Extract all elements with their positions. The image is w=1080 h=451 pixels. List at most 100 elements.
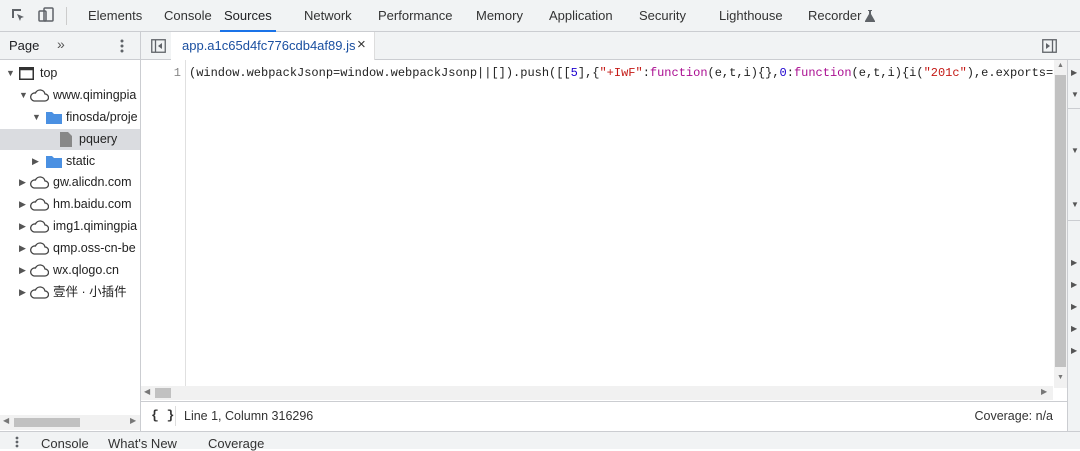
tree-item-label: pquery [79, 132, 118, 146]
scroll-up-icon[interactable]: ▲ [1057, 62, 1064, 69]
tree-item-top[interactable]: ▼ top [0, 63, 140, 84]
code-line[interactable]: (window.webpackJsonp=window.webpackJsonp… [189, 66, 1053, 80]
line-number[interactable]: 1 [174, 66, 181, 80]
tree-item-label: static [66, 154, 96, 168]
navigator-horizontal-scrollbar[interactable]: ◀ ▶ [0, 415, 140, 430]
collapsed-arrow-icon[interactable]: ▶ [1071, 302, 1077, 311]
scrollbar-thumb[interactable] [155, 388, 171, 398]
tree-item-domain[interactable]: ▶ wx.qlogo.cn [0, 260, 140, 281]
scrollbar-thumb[interactable] [14, 418, 80, 427]
collapsed-arrow-icon[interactable]: ▶ [19, 260, 26, 281]
drawer-menu-icon[interactable] [15, 436, 19, 448]
toggle-navigator-icon[interactable] [151, 39, 166, 53]
more-tabs-button[interactable]: » [57, 36, 65, 52]
flask-icon [865, 10, 875, 22]
tree-item-label: 壹伴 · 小插件 [53, 285, 127, 299]
cloud-icon [30, 242, 49, 255]
tab-memory[interactable]: Memory [476, 0, 523, 31]
tree-item-domain[interactable]: ▶ hm.baidu.com [0, 194, 140, 215]
file-tree: ▼ top ▼ www.qimingpia ▼ finosda/proje pq… [0, 63, 140, 403]
toggle-debugger-icon[interactable] [1042, 39, 1057, 53]
tab-console[interactable]: Console [164, 0, 212, 31]
tab-performance[interactable]: Performance [378, 0, 452, 31]
expanded-arrow-icon[interactable]: ▼ [19, 85, 28, 106]
collapsed-arrow-icon[interactable]: ▶ [1071, 346, 1077, 355]
tree-item-domain[interactable]: ▶ gw.alicdn.com [0, 172, 140, 193]
tree-item-label: wx.qlogo.cn [53, 263, 120, 277]
collapsed-arrow-icon[interactable]: ▶ [19, 238, 26, 259]
frame-icon [19, 67, 34, 80]
tree-item-domain[interactable]: ▶ img1.qimingpia [0, 216, 140, 237]
file-icon [60, 132, 72, 147]
expanded-arrow-icon[interactable]: ▼ [1071, 90, 1079, 99]
collapsed-arrow-icon[interactable]: ▶ [1071, 280, 1077, 289]
navigator-header: Page » [0, 32, 140, 60]
collapsed-arrow-icon[interactable]: ▶ [19, 172, 26, 193]
cloud-icon [30, 264, 49, 277]
folder-icon [46, 112, 62, 124]
scroll-left-icon[interactable]: ◀ [3, 416, 9, 425]
tab-network[interactable]: Network [304, 0, 352, 31]
collapsed-arrow-icon[interactable]: ▶ [1071, 258, 1077, 267]
expanded-arrow-icon[interactable]: ▼ [1071, 146, 1079, 155]
tree-item-label: hm.baidu.com [53, 197, 132, 211]
cloud-icon [30, 176, 49, 189]
tab-application[interactable]: Application [549, 0, 613, 31]
file-tab-name: app.a1c65d4fc776cdb4af89.js [182, 38, 356, 53]
tab-security[interactable]: Security [639, 0, 686, 31]
editor-tab-bar: app.a1c65d4fc776cdb4af89.js × [141, 32, 1080, 60]
status-divider [175, 406, 176, 426]
cloud-icon [30, 89, 49, 102]
collapsed-arrow-icon[interactable]: ▶ [19, 194, 26, 215]
tree-item-folder[interactable]: ▶ static [0, 151, 140, 172]
device-toolbar-icon[interactable] [38, 7, 54, 23]
tree-item-folder[interactable]: ▼ finosda/proje [0, 107, 140, 128]
tab-sources[interactable]: Sources [220, 0, 276, 32]
editor-vertical-scrollbar[interactable]: ▲ ▼ [1054, 60, 1067, 388]
tab-page[interactable]: Page [9, 38, 39, 53]
tree-item-label: top [40, 66, 58, 80]
coverage-status[interactable]: Coverage: n/a [974, 409, 1053, 423]
devtools-toolbar: Elements Console Sources Network Perform… [0, 0, 1080, 32]
collapsed-arrow-icon[interactable]: ▶ [19, 216, 26, 237]
collapsed-arrow-icon[interactable]: ▶ [1071, 68, 1077, 77]
tree-item-label: www.qimingpia [53, 88, 137, 102]
section-divider [1068, 220, 1080, 221]
pretty-print-button[interactable]: { } [151, 408, 174, 423]
scrollbar-thumb[interactable] [1055, 75, 1066, 367]
tab-elements[interactable]: Elements [88, 0, 142, 31]
tab-lighthouse[interactable]: Lighthouse [719, 0, 783, 31]
tree-item-domain[interactable]: ▼ www.qimingpia [0, 85, 140, 106]
expanded-arrow-icon[interactable]: ▼ [32, 107, 41, 128]
cursor-position: Line 1, Column 316296 [184, 409, 314, 423]
tab-recorder[interactable]: Recorder [808, 0, 861, 31]
tree-item-domain[interactable]: ▶ 壹伴 · 小插件 [0, 282, 140, 303]
file-navigator: Page » ▼ top ▼ www.qimingpia ▼ finosda/p [0, 32, 141, 431]
editor-file-tab[interactable]: app.a1c65d4fc776cdb4af89.js × [171, 32, 375, 60]
collapsed-arrow-icon[interactable]: ▶ [1071, 324, 1077, 333]
tree-item-file-selected[interactable]: pquery [0, 129, 140, 150]
inspect-element-icon[interactable] [10, 7, 26, 23]
debugger-sidebar-collapsed: ▶ ▼ ▼ ▼ ▶ ▶ ▶ ▶ ▶ [1067, 60, 1080, 431]
expanded-arrow-icon[interactable]: ▼ [1071, 200, 1079, 209]
expanded-arrow-icon[interactable]: ▼ [6, 63, 15, 84]
kebab-menu-icon[interactable] [120, 39, 124, 53]
scroll-right-icon[interactable]: ▶ [1041, 387, 1047, 396]
toolbar-divider [66, 7, 67, 25]
scroll-left-icon[interactable]: ◀ [144, 387, 150, 396]
scroll-right-icon[interactable]: ▶ [130, 416, 136, 425]
tree-item-label: gw.alicdn.com [53, 175, 132, 189]
folder-icon [46, 156, 62, 168]
collapsed-arrow-icon[interactable]: ▶ [32, 151, 39, 172]
collapsed-arrow-icon[interactable]: ▶ [19, 282, 26, 303]
line-gutter: 1 [141, 60, 186, 388]
code-editor[interactable]: 1 (window.webpackJsonp=window.webpackJso… [141, 60, 1080, 401]
tree-item-domain[interactable]: ▶ qmp.oss-cn-be [0, 238, 140, 259]
editor-status-bar: { } Line 1, Column 316296 Coverage: n/a [141, 401, 1067, 431]
tree-item-label: img1.qimingpia [53, 219, 138, 233]
bottom-drawer: Console What's New Coverage [0, 431, 1080, 451]
scroll-down-icon[interactable]: ▼ [1057, 374, 1064, 381]
editor-horizontal-scrollbar[interactable]: ◀ ▶ [141, 386, 1053, 400]
tree-item-label: qmp.oss-cn-be [53, 241, 136, 255]
close-tab-icon[interactable]: × [357, 36, 366, 53]
